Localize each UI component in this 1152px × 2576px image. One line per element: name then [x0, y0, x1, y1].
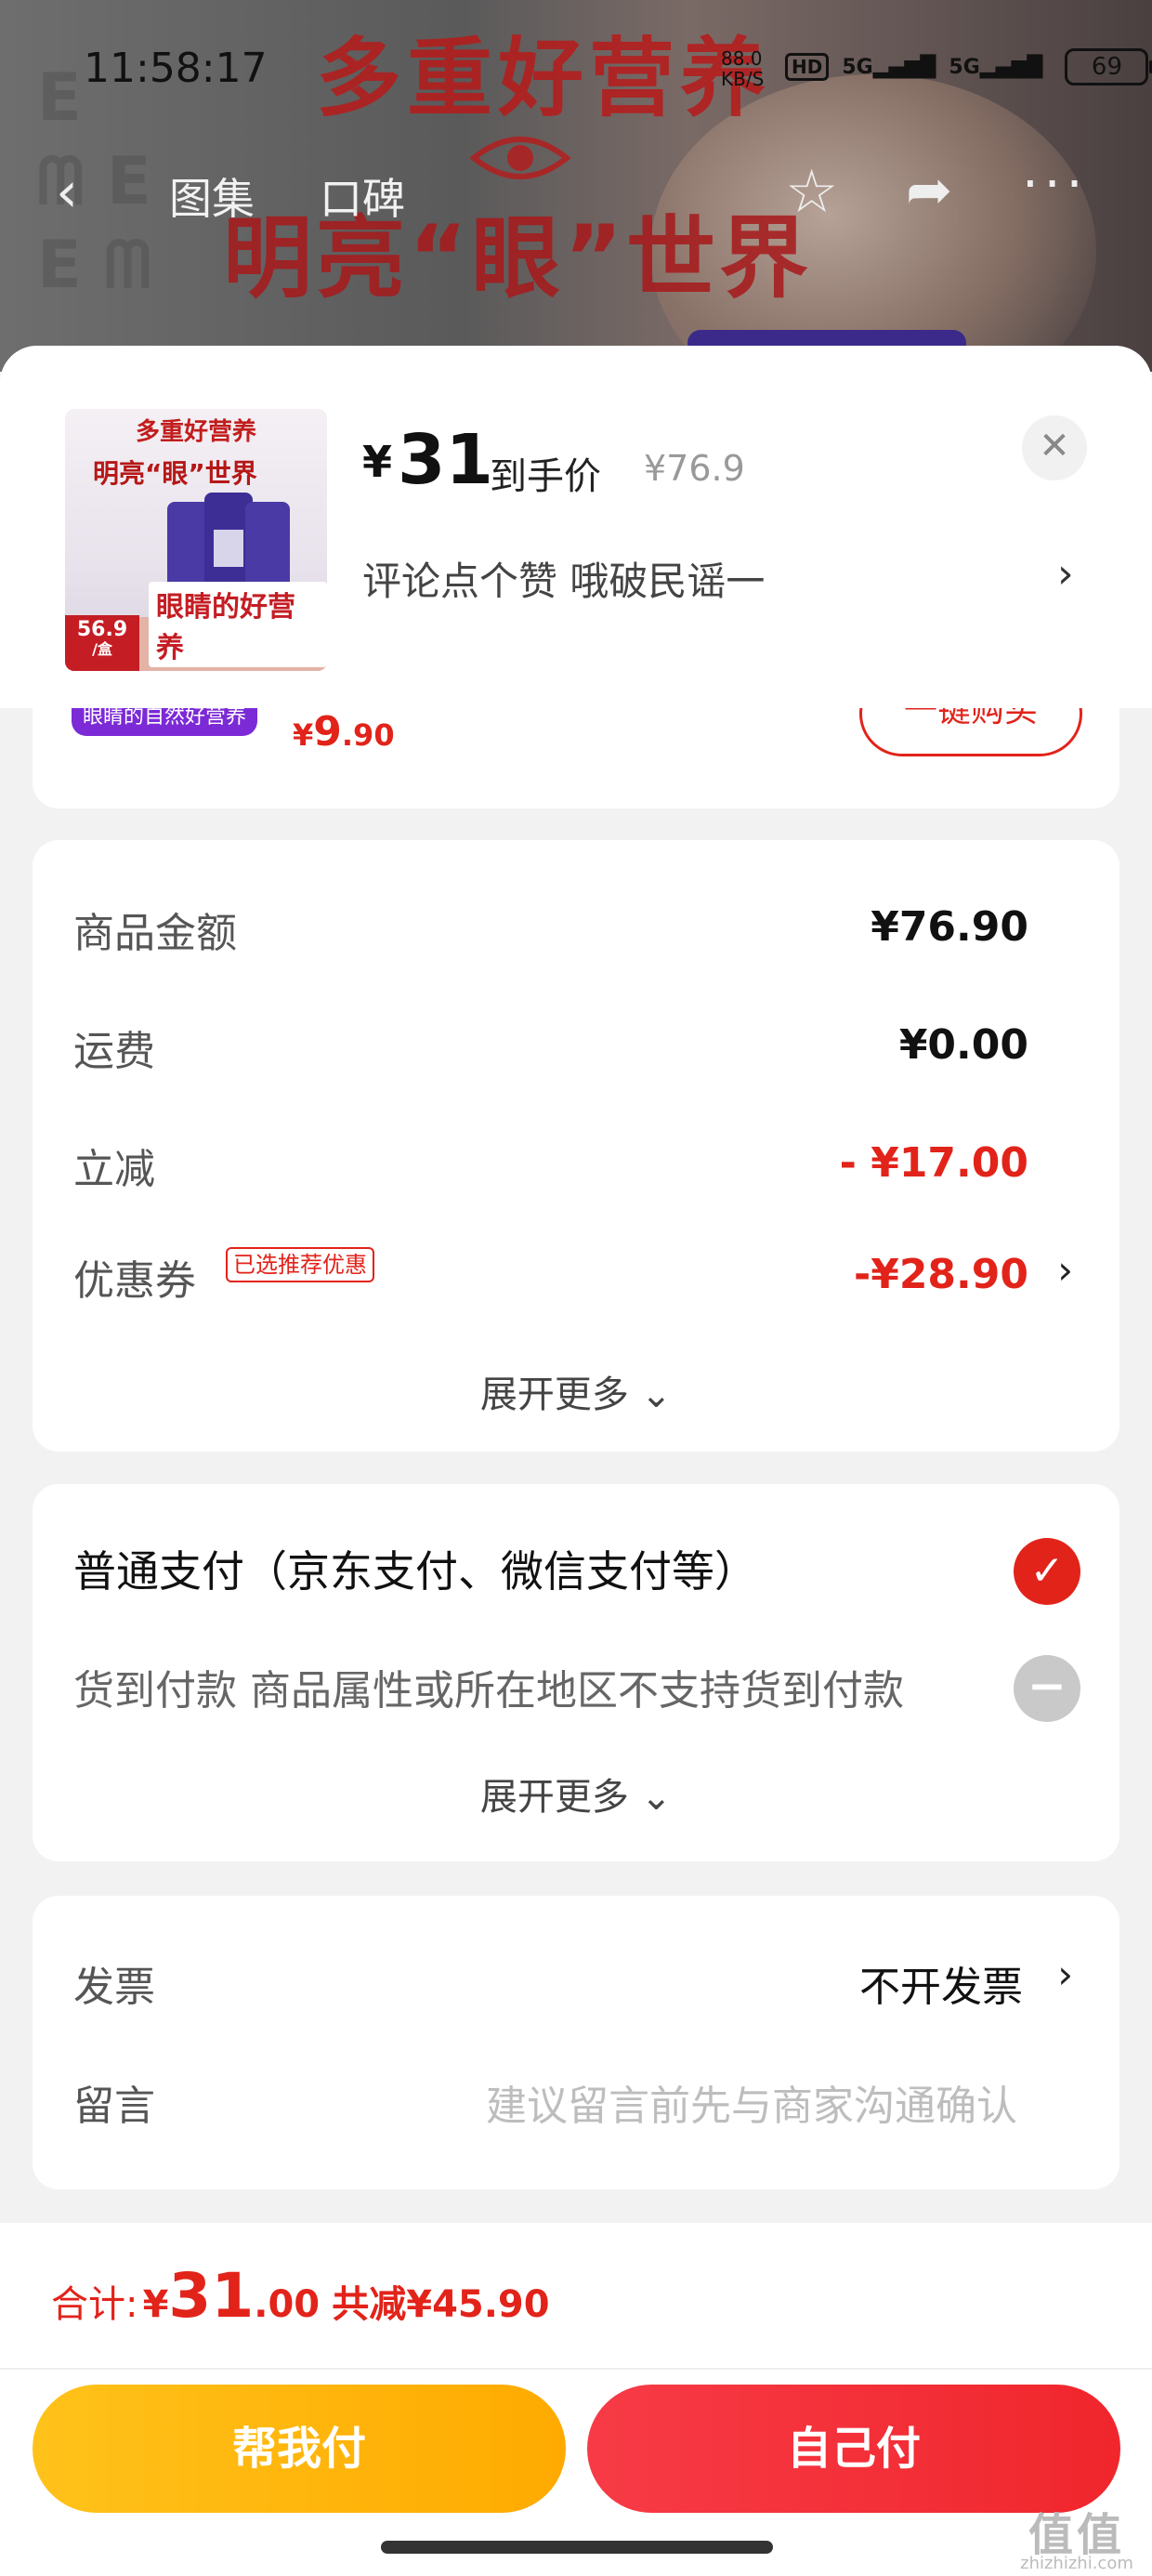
recommend-item-card: 眼睛的自然好营养 ¥9.90 一键购买 [33, 708, 1119, 808]
watermark-url: zhizhizhi.com [1020, 2554, 1133, 2573]
summary-value-coupon[interactable]: -¥28.90 [854, 1251, 1028, 1298]
chevron-right-icon[interactable]: › [1057, 1952, 1073, 1997]
invoice-label: 发票 [73, 1964, 155, 2011]
product-thumbnail[interactable]: 多重好营养 明亮“眼”世界 56.9/盒 眼睛的好营养 [65, 409, 327, 671]
summary-label-shipping: 运费 [73, 1028, 155, 1075]
recommend-item-price: ¥9.90 [293, 708, 395, 756]
close-icon[interactable]: ✕ [1022, 415, 1087, 480]
price-currency: ¥ [362, 437, 393, 487]
summary-label-coupon[interactable]: 优惠券 [73, 1247, 196, 1307]
more-icon[interactable]: ··· [1022, 154, 1088, 215]
status-bar: 11:58:17 88.0 KB/S HD 5G▂▄▆█ 5G▂▄▆█ 69 [0, 37, 1152, 102]
minus-icon: − [1014, 1655, 1080, 1722]
expand-more-payment[interactable]: 展开更多 ⌄ [33, 1767, 1119, 1820]
total-currency: ¥ [142, 2283, 169, 2326]
back-icon[interactable]: ‹ [56, 160, 78, 225]
tab-gallery[interactable]: 图集 [169, 165, 255, 227]
summary-value-discount: - ¥17.00 [839, 1139, 1028, 1187]
home-indicator[interactable] [381, 2541, 773, 2554]
chevron-right-icon[interactable]: › [1057, 550, 1074, 598]
payment-method-card: 普通支付（京东支付、微信支付等） ✓ 货到付款 商品属性或所在地区不支持货到付款… [33, 1484, 1119, 1861]
chevron-down-icon: ⌄ [640, 1776, 673, 1819]
final-price: 31 [398, 420, 493, 500]
summary-value-goods: ¥76.90 [871, 903, 1028, 951]
thumb-footer-text: 眼睛的好营养 [149, 582, 327, 667]
coupon-tag: 已选推荐优惠 [226, 1247, 374, 1282]
signal-icon: 5G▂▄▆█ [949, 55, 1043, 79]
recommend-price-prefix: ¥ [293, 717, 314, 753]
summary-value-shipping: ¥0.00 [898, 1021, 1028, 1069]
original-price: ¥76.9 [644, 448, 745, 489]
note-input[interactable]: 建议留言前先与商家沟通确认 [486, 2072, 1017, 2132]
hd-icon: HD [785, 53, 830, 81]
recommend-price-dec: .90 [341, 717, 395, 753]
expand-more-label: 展开更多 [479, 1776, 629, 1819]
invoice-note-card: 发票 不开发票 › 留言 建议留言前先与商家沟通确认 [33, 1896, 1119, 2189]
bottom-divider [0, 2368, 1152, 2370]
chevron-right-icon[interactable]: › [1057, 1247, 1073, 1293]
self-pay-button[interactable]: 自己付 [587, 2385, 1120, 2513]
total-label: 合计: [51, 2283, 138, 2326]
payment-option-cod: 货到付款 商品属性或所在地区不支持货到付款 [73, 1667, 904, 1715]
thumb-badge-price: 56.9 [76, 618, 128, 641]
recommend-price-int: 9 [313, 708, 342, 756]
invoice-value[interactable]: 不开发票 [859, 1953, 1023, 2013]
total-int: 31 [168, 2260, 255, 2332]
price-summary-card: 商品金额 ¥76.90 运费 ¥0.00 立减 - ¥17.00 优惠券 已选推… [33, 840, 1119, 1452]
thumb-title: 多重好营养 [135, 418, 256, 446]
note-label: 留言 [73, 2083, 155, 2130]
total-dec: .00 [254, 2283, 321, 2326]
battery-icon: 69 [1065, 48, 1152, 85]
payment-option-normal[interactable]: 普通支付（京东支付、微信支付等） [73, 1538, 757, 1599]
star-icon[interactable]: ☆ [785, 158, 838, 227]
chevron-down-icon: ⌄ [640, 1373, 673, 1416]
signal-label-1: 5G [842, 55, 873, 79]
nav-bar: ‹ 图集 口碑 ☆ ➦ ··· [0, 149, 1152, 232]
share-icon[interactable]: ➦ [906, 158, 952, 223]
signal-label-2: 5G [949, 55, 980, 79]
total-saved: 共减¥45.90 [332, 2283, 550, 2326]
signal-icon: 5G▂▄▆█ [842, 55, 936, 79]
thumb-price-badge: 56.9/盒 [65, 615, 139, 671]
recommend-item-tag: 眼睛的自然好营养 [72, 708, 258, 736]
network-speed-value: 88.0 [721, 47, 763, 70]
buy-now-button[interactable]: 一键购买 [859, 708, 1082, 756]
summary-label-discount: 立减 [73, 1146, 155, 1193]
status-time: 11:58:17 [84, 45, 268, 92]
total-amount: 合计: ¥31.00 共减¥45.90 [51, 2260, 550, 2332]
summary-label-goods: 商品金额 [73, 910, 237, 957]
help-pay-button[interactable]: 帮我付 [33, 2385, 566, 2513]
thumb-badge-unit: /盒 [92, 640, 112, 658]
final-price-label: 到手价 [490, 455, 601, 498]
status-icons: HD 5G▂▄▆█ 5G▂▄▆█ 69 [785, 48, 1152, 85]
expand-more-label: 展开更多 [479, 1373, 629, 1416]
tab-reviews[interactable]: 口碑 [320, 165, 405, 227]
expand-more-summary[interactable]: 展开更多 ⌄ [33, 1364, 1119, 1418]
network-speed: 88.0 KB/S [721, 48, 764, 89]
check-icon[interactable]: ✓ [1014, 1538, 1080, 1605]
network-speed-unit: KB/S [721, 68, 765, 90]
promo-text[interactable]: 评论点个赞 哦破民谣一 [362, 550, 765, 607]
